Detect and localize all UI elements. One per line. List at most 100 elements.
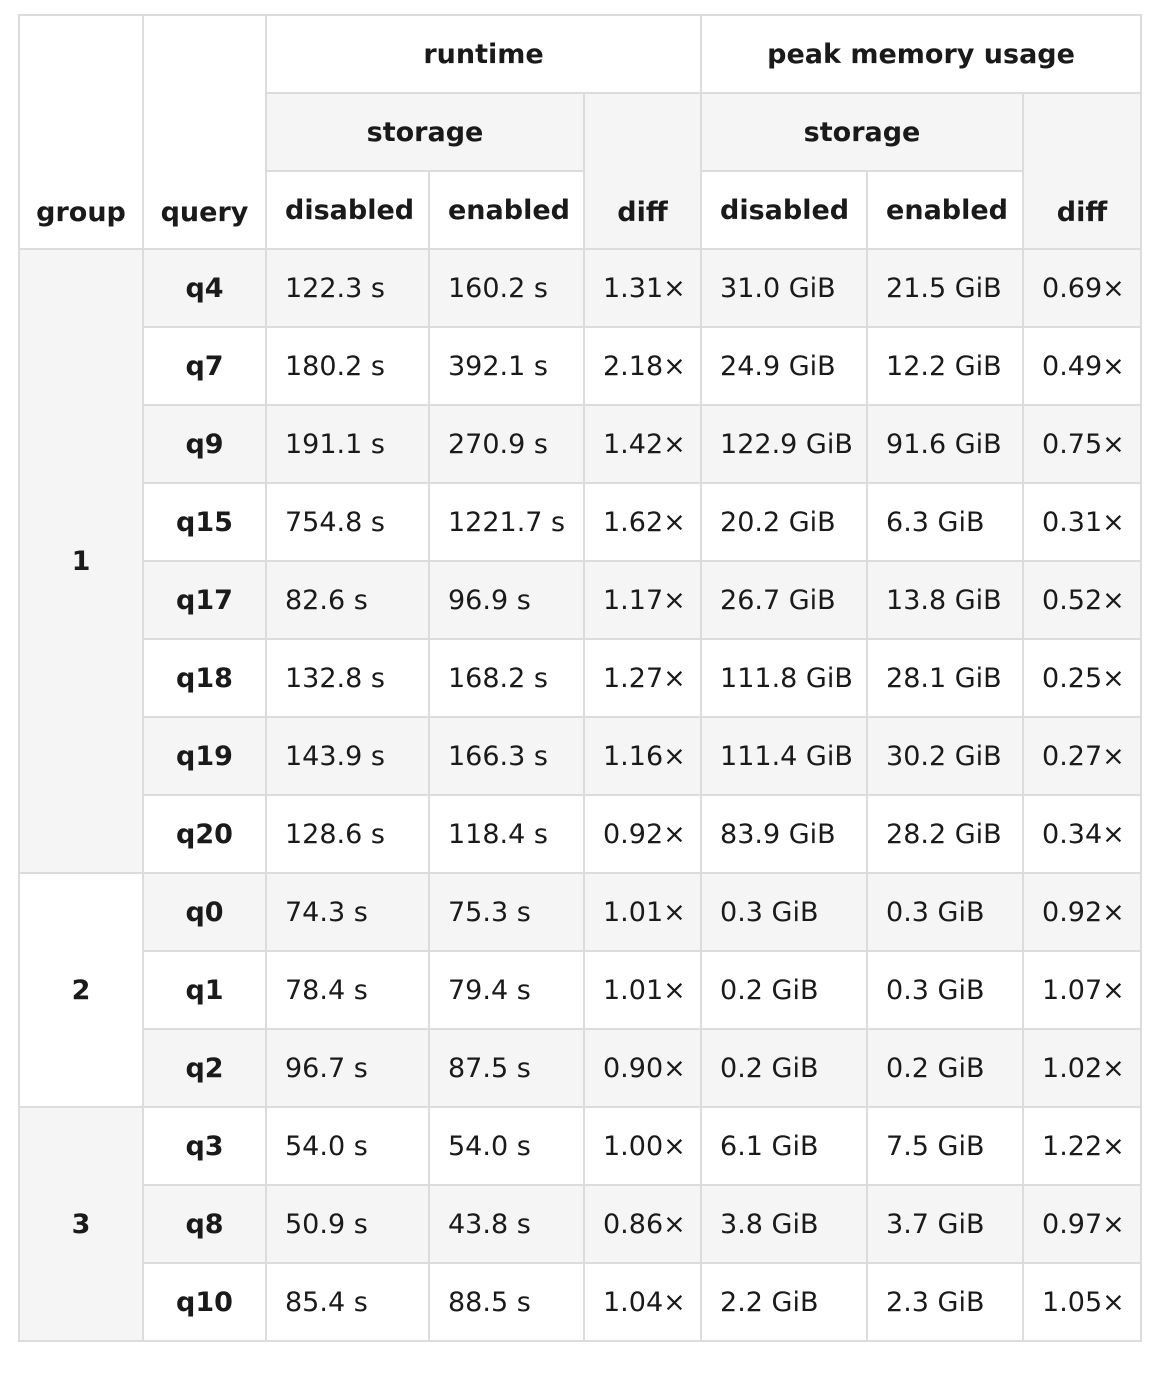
memory-enabled-cell: 2.3 GiB bbox=[866, 1262, 1025, 1342]
header-row-1: group query runtime peak memory usage bbox=[18, 14, 1143, 250]
memory-diff-cell: 1.07× bbox=[1022, 950, 1143, 1030]
runtime-enabled-header: enabled bbox=[428, 170, 585, 250]
memory-diff-cell: 1.02× bbox=[1022, 1028, 1143, 1108]
runtime-disabled-cell: 74.3 s bbox=[265, 872, 430, 952]
runtime-enabled-cell: 1221.7 s bbox=[428, 482, 585, 562]
benchmark-table: group query runtime peak memory usage st… bbox=[18, 14, 1143, 1342]
table-row: q1 78.4 s 79.4 s 1.01× 0.2 GiB 0.3 GiB 1.07× bbox=[19, 950, 1143, 1030]
table-row: 1 q4 122.3 s 160.2 s 1.31× 31.0 GiB 21.5 GiB 0.… bbox=[18, 248, 1143, 874]
runtime-enabled-cell: 87.5 s bbox=[428, 1028, 585, 1108]
memory-enabled-cell: 0.2 GiB bbox=[866, 1028, 1025, 1108]
group-header: group bbox=[18, 14, 144, 250]
runtime-diff-cell: 1.42× bbox=[582, 404, 703, 484]
query-cell: q3 bbox=[142, 1106, 267, 1186]
memory-diff-cell: 0.92× bbox=[1022, 872, 1143, 952]
memory-diff-cell: 0.34× bbox=[1022, 794, 1143, 874]
memory-enabled-cell: 91.6 GiB bbox=[866, 404, 1025, 484]
table-row: q2 96.7 s 87.5 s 0.90× 0.2 GiB 0.2 GiB 1.02× bbox=[19, 1028, 1143, 1108]
query-cell: q20 bbox=[142, 794, 267, 874]
query-header: query bbox=[142, 14, 267, 250]
query-cell: q19 bbox=[142, 716, 267, 796]
group-cell: 1 bbox=[18, 248, 144, 874]
memory-diff-cell: 0.69× bbox=[1022, 248, 1143, 328]
runtime-diff-cell: 1.27× bbox=[582, 638, 703, 718]
runtime-diff-cell: 0.92× bbox=[582, 794, 703, 874]
memory-enabled-cell: 3.7 GiB bbox=[866, 1184, 1025, 1264]
memory-diff-cell: 0.97× bbox=[1022, 1184, 1143, 1264]
group-cell: 2 bbox=[18, 872, 144, 1108]
memory-disabled-cell: 26.7 GiB bbox=[700, 560, 869, 640]
runtime-disabled-cell: 180.2 s bbox=[265, 326, 430, 406]
peak-memory-header: peak memory usage bbox=[700, 14, 1143, 94]
query-cell: q18 bbox=[142, 638, 267, 718]
runtime-disabled-cell: 78.4 s bbox=[265, 950, 430, 1030]
memory-disabled-cell: 122.9 GiB bbox=[700, 404, 869, 484]
table-row: q20 128.6 s 118.4 s 0.92× 83.9 GiB 28.2 GiB 0.… bbox=[19, 794, 1143, 874]
runtime-enabled-cell: 54.0 s bbox=[428, 1106, 585, 1186]
memory-enabled-cell: 0.3 GiB bbox=[866, 872, 1025, 952]
memory-disabled-cell: 6.1 GiB bbox=[700, 1106, 869, 1186]
runtime-diff-cell: 1.00× bbox=[582, 1106, 703, 1186]
runtime-disabled-header: disabled bbox=[265, 170, 430, 250]
runtime-enabled-cell: 43.8 s bbox=[428, 1184, 585, 1264]
memory-disabled-cell: 0.2 GiB bbox=[700, 950, 869, 1030]
memory-enabled-cell: 28.1 GiB bbox=[866, 638, 1025, 718]
query-cell: q17 bbox=[142, 560, 267, 640]
memory-enabled-cell: 13.8 GiB bbox=[866, 560, 1025, 640]
runtime-disabled-cell: 85.4 s bbox=[265, 1262, 430, 1342]
table-row: q17 82.6 s 96.9 s 1.17× 26.7 GiB 13.8 GiB 0.52… bbox=[19, 560, 1143, 640]
memory-enabled-cell: 12.2 GiB bbox=[866, 326, 1025, 406]
runtime-enabled-cell: 166.3 s bbox=[428, 716, 585, 796]
runtime-enabled-cell: 75.3 s bbox=[428, 872, 585, 952]
runtime-enabled-cell: 270.9 s bbox=[428, 404, 585, 484]
query-cell: q0 bbox=[142, 872, 267, 952]
memory-diff-cell: 0.52× bbox=[1022, 560, 1143, 640]
memory-diff-cell: 0.27× bbox=[1022, 716, 1143, 796]
table-row: 2 q0 74.3 s 75.3 s 1.01× 0.3 GiB 0.3 GiB 0.92× bbox=[18, 872, 1143, 1108]
memory-disabled-cell: 24.9 GiB bbox=[700, 326, 869, 406]
memory-enabled-cell: 6.3 GiB bbox=[866, 482, 1025, 562]
memory-diff-cell: 0.25× bbox=[1022, 638, 1143, 718]
runtime-disabled-cell: 50.9 s bbox=[265, 1184, 430, 1264]
runtime-disabled-cell: 143.9 s bbox=[265, 716, 430, 796]
table-row: q7 180.2 s 392.1 s 2.18× 24.9 GiB 12.2 GiB 0.4… bbox=[19, 326, 1143, 406]
runtime-enabled-cell: 392.1 s bbox=[428, 326, 585, 406]
memory-diff-cell: 1.05× bbox=[1022, 1262, 1143, 1342]
memory-enabled-cell: 28.2 GiB bbox=[866, 794, 1025, 874]
query-cell: q8 bbox=[142, 1184, 267, 1264]
runtime-diff-cell: 1.31× bbox=[582, 248, 703, 328]
query-cell: q7 bbox=[142, 326, 267, 406]
runtime-diff-header: diff bbox=[582, 92, 703, 250]
table-row: q18 132.8 s 168.2 s 1.27× 111.8 GiB 28.1 GiB 0… bbox=[19, 638, 1143, 718]
memory-disabled-cell: 0.2 GiB bbox=[700, 1028, 869, 1108]
memory-disabled-cell: 20.2 GiB bbox=[700, 482, 869, 562]
runtime-enabled-cell: 118.4 s bbox=[428, 794, 585, 874]
runtime-diff-cell: 0.90× bbox=[582, 1028, 703, 1108]
runtime-diff-cell: 1.16× bbox=[582, 716, 703, 796]
memory-disabled-cell: 3.8 GiB bbox=[700, 1184, 869, 1264]
runtime-disabled-cell: 754.8 s bbox=[265, 482, 430, 562]
memory-storage-header: storage bbox=[700, 92, 1025, 172]
runtime-disabled-cell: 128.6 s bbox=[265, 794, 430, 874]
memory-enabled-cell: 7.5 GiB bbox=[866, 1106, 1025, 1186]
query-cell: q9 bbox=[142, 404, 267, 484]
runtime-enabled-cell: 160.2 s bbox=[428, 248, 585, 328]
group-cell: 3 bbox=[18, 1106, 144, 1342]
table-row: q8 50.9 s 43.8 s 0.86× 3.8 GiB 3.7 GiB 0.97× bbox=[19, 1184, 1143, 1264]
memory-disabled-cell: 83.9 GiB bbox=[700, 794, 869, 874]
table-row: 3 q3 54.0 s 54.0 s 1.00× 6.1 GiB 7.5 GiB 1.22× bbox=[18, 1106, 1143, 1342]
memory-disabled-cell: 111.4 GiB bbox=[700, 716, 869, 796]
table-body: 1 q4 122.3 s 160.2 s 1.31× 31.0 GiB 21.5 GiB 0.… bbox=[18, 248, 1143, 1342]
runtime-disabled-cell: 96.7 s bbox=[265, 1028, 430, 1108]
runtime-diff-cell: 1.17× bbox=[582, 560, 703, 640]
memory-disabled-cell: 0.3 GiB bbox=[700, 872, 869, 952]
runtime-diff-cell: 0.86× bbox=[582, 1184, 703, 1264]
query-cell: q10 bbox=[142, 1262, 267, 1342]
memory-enabled-cell: 0.3 GiB bbox=[866, 950, 1025, 1030]
query-cell: q15 bbox=[142, 482, 267, 562]
runtime-diff-cell: 2.18× bbox=[582, 326, 703, 406]
runtime-storage-header: storage bbox=[265, 92, 585, 172]
runtime-diff-cell: 1.04× bbox=[582, 1262, 703, 1342]
memory-disabled-cell: 111.8 GiB bbox=[700, 638, 869, 718]
memory-disabled-cell: 31.0 GiB bbox=[700, 248, 869, 328]
